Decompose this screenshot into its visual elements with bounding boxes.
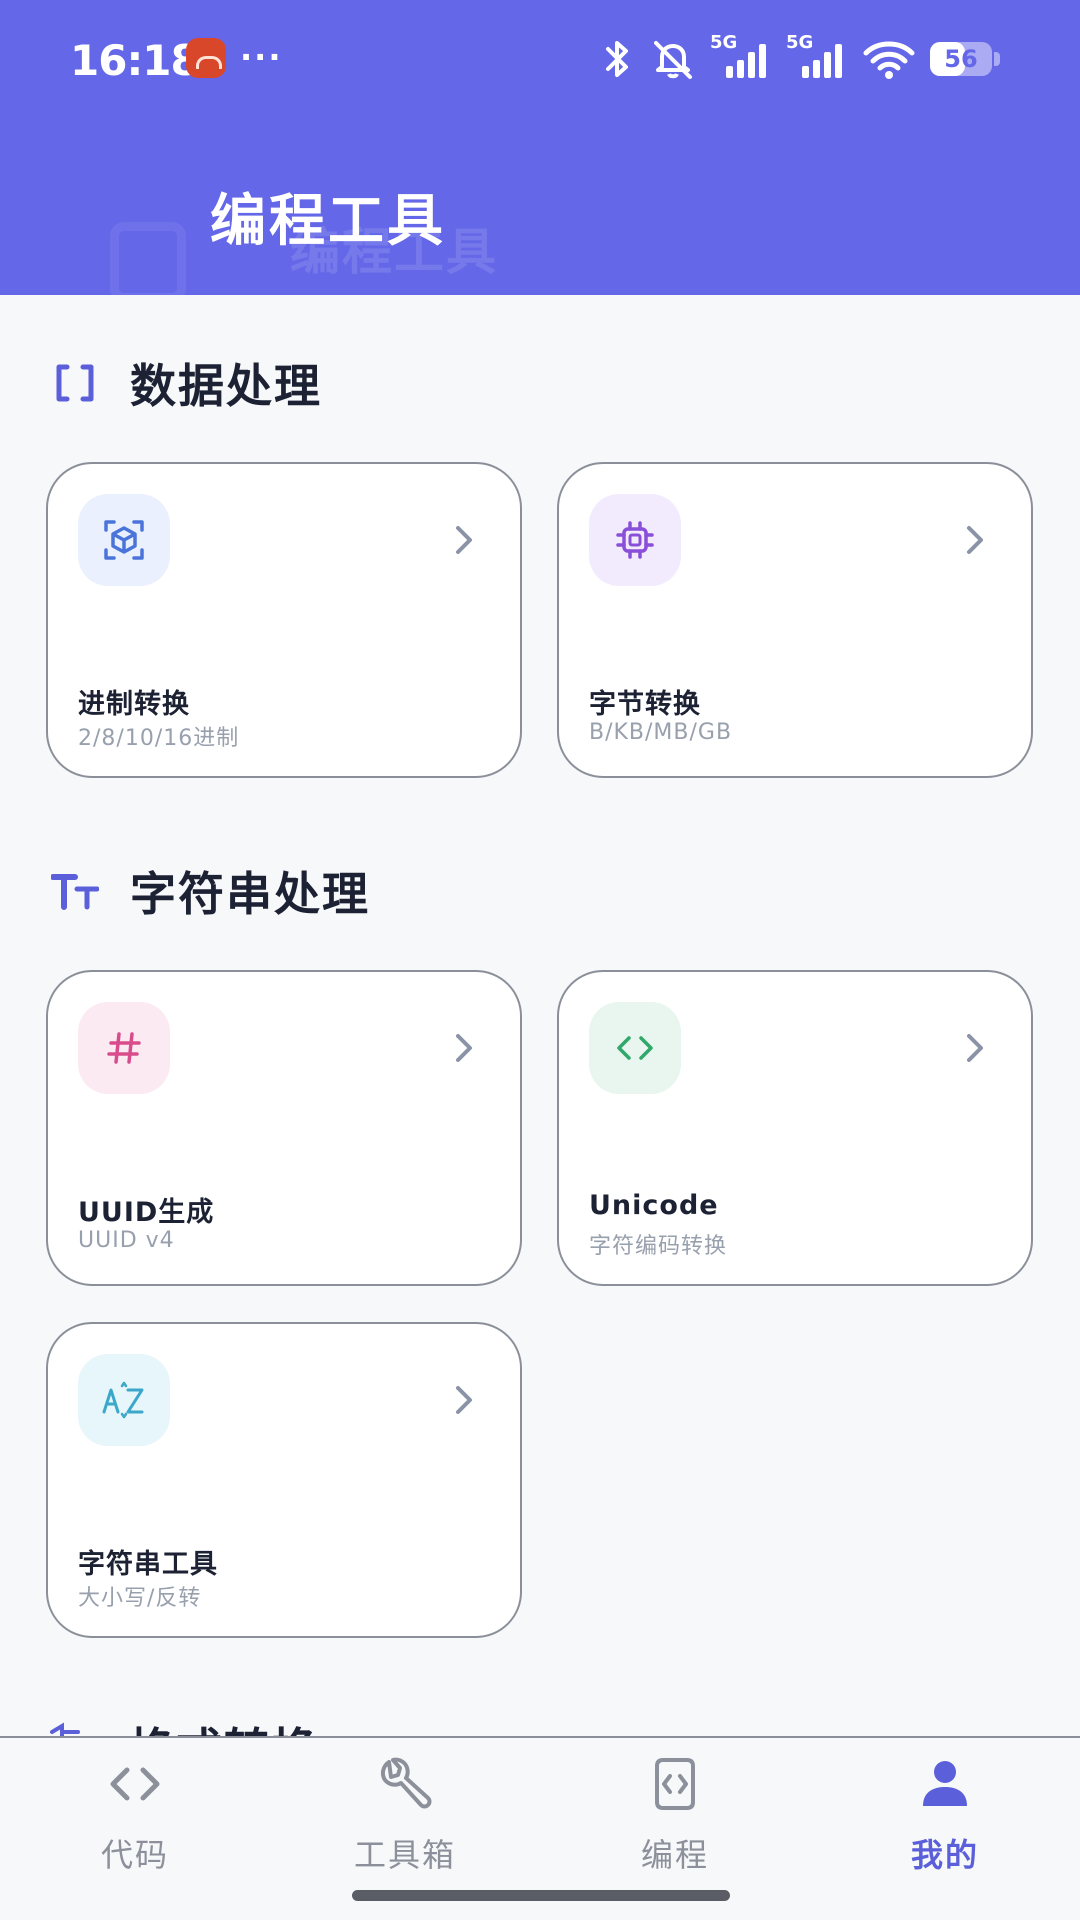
nav-label: 编程 [640, 1836, 709, 1874]
nav-label: 工具箱 [353, 1836, 456, 1874]
card-title: 字节转换 [589, 689, 701, 720]
section-title: 字符串处理 [130, 867, 370, 921]
hash-icon [78, 1002, 170, 1094]
tool-card-byte-conversion[interactable]: 字节转换 B/KB/MB/GB [557, 462, 1033, 778]
card-subtitle: 大小写/反转 [78, 1586, 202, 1611]
battery-tip [994, 52, 1000, 66]
tool-card-unicode[interactable]: Unicode 字符编码转换 [557, 970, 1033, 1286]
battery-indicator: 56 [930, 42, 992, 76]
bluetooth-icon [606, 41, 628, 77]
nav-tab-toolbox[interactable]: 工具箱 [270, 1738, 540, 1898]
nav-tab-me[interactable]: 我的 [810, 1738, 1080, 1898]
signal-strength-icon: 5G [710, 32, 772, 82]
card-subtitle: 字符编码转换 [589, 1234, 728, 1259]
card-title: Unicode [589, 1190, 719, 1221]
section-heading-data: 数据处理 [50, 350, 322, 416]
chevron-right-icon [456, 1386, 472, 1414]
tool-card-base-conversion[interactable]: 进制转换 2/8/10/16进制 [46, 462, 522, 778]
status-bar: 16:18 ··· 5G 5G 56 [0, 0, 1080, 120]
section-heading-string: 字符串处理 [50, 858, 370, 924]
nav-tab-code[interactable]: 代码 [0, 1738, 270, 1898]
card-subtitle: 2/8/10/16进制 [78, 726, 240, 751]
status-time: 16:18 [70, 36, 200, 85]
section-heading-format: 格式转换 [48, 1710, 1038, 1738]
wrench-icon [380, 1757, 432, 1809]
battery-level: 56 [944, 45, 978, 73]
card-subtitle: UUID v4 [78, 1228, 175, 1253]
header-watermark-icon [110, 222, 186, 295]
card-title: 字符串工具 [78, 1549, 218, 1580]
cube-scan-icon [78, 494, 170, 586]
tool-card-uuid[interactable]: UUID生成 UUID v4 [46, 970, 522, 1286]
section-title: 数据处理 [130, 359, 322, 413]
code-icon [110, 1767, 160, 1801]
app-header: 16:18 ··· 5G 5G 56 编程工具 编程工具 [0, 0, 1080, 295]
code-icon [589, 1002, 681, 1094]
nav-label: 代码 [100, 1836, 169, 1874]
nav-label: 我的 [910, 1836, 979, 1874]
card-subtitle: B/KB/MB/GB [589, 720, 733, 745]
card-title: 进制转换 [78, 689, 190, 720]
chevron-right-icon [456, 526, 472, 554]
nav-tab-programming[interactable]: 编程 [540, 1738, 810, 1898]
chip-icon [589, 494, 681, 586]
chevron-right-icon [456, 1034, 472, 1062]
wifi-icon [863, 41, 915, 79]
signal-strength-icon: 5G [786, 32, 848, 82]
section-title: 格式转换 [128, 1714, 320, 1738]
tool-card-string-tools[interactable]: 字符串工具 大小写/反转 [46, 1322, 522, 1638]
person-icon [923, 1761, 967, 1806]
home-indicator[interactable] [352, 1890, 730, 1901]
chevron-right-icon [967, 526, 983, 554]
more-notifications-indicator: ··· [240, 38, 283, 76]
page-title: 编程工具 [210, 189, 446, 254]
card-title: UUID生成 [78, 1197, 215, 1228]
mute-bell-icon [654, 41, 692, 79]
code-doc-icon [655, 1758, 695, 1810]
status-icons: 5G 5G 56 [600, 32, 1000, 84]
chevron-right-icon [967, 1034, 983, 1062]
brackets-icon [50, 358, 100, 408]
text-size-icon [50, 866, 100, 916]
az-sort-icon [78, 1354, 170, 1446]
notification-app-icon [186, 38, 226, 78]
